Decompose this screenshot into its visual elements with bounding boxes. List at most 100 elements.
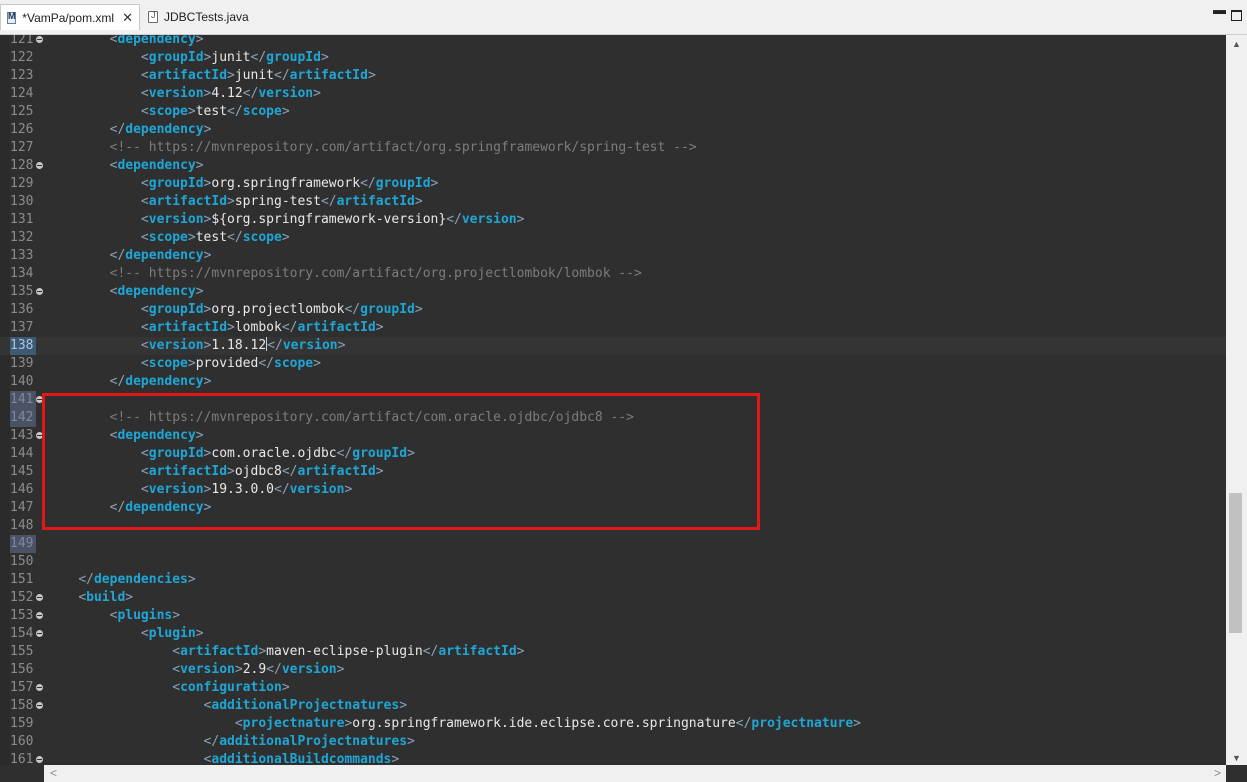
line-number: 155	[10, 644, 34, 659]
xml-value: 1.18.12	[211, 338, 267, 353]
code-line[interactable]: 127 <!-- https://mvnrepository.com/artif…	[0, 139, 1226, 157]
code-line[interactable]: 121 <dependency>	[0, 35, 1226, 49]
maximize-icon[interactable]	[1231, 10, 1242, 21]
line-number: 133	[10, 248, 34, 263]
line-number: 124	[10, 86, 34, 101]
code-text: <dependency>	[47, 283, 204, 301]
horizontal-scrollbar[interactable]: < >	[44, 765, 1226, 782]
bracket: </	[446, 212, 462, 227]
code-line[interactable]: 139 <scope>provided</scope>	[0, 355, 1226, 373]
code-line[interactable]: 160 </additionalProjectnatures>	[0, 733, 1226, 751]
code-line[interactable]: 129 <groupId>org.springframework</groupI…	[0, 175, 1226, 193]
scroll-up-icon[interactable]: ▲	[1232, 39, 1241, 49]
code-line[interactable]: 151 </dependencies>	[0, 571, 1226, 589]
bracket: <	[140, 320, 149, 335]
code-line[interactable]: 124 <version>4.12</version>	[0, 85, 1226, 103]
code-line[interactable]: 148	[0, 517, 1226, 535]
code-line[interactable]: 128 <dependency>	[0, 157, 1226, 175]
line-number: 131	[10, 212, 34, 227]
code-line[interactable]: 138 <version>1.18.12</version>	[0, 337, 1226, 355]
bracket: </	[78, 572, 94, 587]
line-number: 138	[10, 337, 36, 355]
code-line[interactable]: 135 <dependency>	[0, 283, 1226, 301]
code-line[interactable]: 157 <configuration>	[0, 679, 1226, 697]
code-line[interactable]: 125 <scope>test</scope>	[0, 103, 1226, 121]
scroll-thumb[interactable]	[1229, 493, 1242, 633]
xml-source-editor[interactable]: 121 <dependency> 122 <groupId>junit</grou…	[0, 35, 1247, 765]
minimize-icon[interactable]: ▬	[1213, 2, 1226, 17]
xml-tag: groupId	[360, 302, 415, 317]
tab-pom-xml[interactable]: *VamPa/pom.xml ✕	[0, 4, 140, 30]
tab-jdbctests-java[interactable]: JDBCTests.java	[142, 4, 262, 30]
code-line[interactable]: 145 <artifactId>ojdbc8</artifactId>	[0, 463, 1226, 481]
bracket: >	[203, 122, 212, 137]
xml-tag: artifactId	[180, 644, 259, 659]
fold-collapse-icon[interactable]	[36, 612, 43, 619]
code-line[interactable]: 136 <groupId>org.projectlombok</groupId>	[0, 301, 1226, 319]
xml-tag: dependency	[125, 500, 204, 515]
fold-collapse-icon[interactable]	[36, 702, 43, 709]
code-line[interactable]: 131 <version>${org.springframework-versi…	[0, 211, 1226, 229]
scroll-down-icon[interactable]: ▼	[1232, 753, 1241, 763]
fold-collapse-icon[interactable]	[36, 162, 43, 169]
code-line[interactable]: 158 <additionalProjectnatures>	[0, 697, 1226, 715]
scrollbar-corner	[0, 765, 44, 782]
code-line[interactable]: 140 </dependency>	[0, 373, 1226, 391]
xml-tag: additionalProjectnatures	[211, 698, 400, 713]
code-line[interactable]: 149	[0, 535, 1226, 553]
scroll-right-icon[interactable]: >	[1214, 766, 1221, 780]
code-line[interactable]: 141	[0, 391, 1226, 409]
code-line[interactable]: 142 <!-- https://mvnrepository.com/artif…	[0, 409, 1226, 427]
code-line[interactable]: 126 </dependency>	[0, 121, 1226, 139]
code-text: <projectnature>org.springframework.ide.e…	[47, 715, 861, 733]
bracket: >	[336, 662, 345, 677]
code-line[interactable]: 143 <dependency>	[0, 427, 1226, 445]
code-text: <additionalProjectnatures>	[47, 697, 408, 715]
fold-collapse-icon[interactable]	[36, 36, 43, 43]
bracket: >	[227, 68, 235, 83]
code-line[interactable]: 147 </dependency>	[0, 499, 1226, 517]
close-tab-icon[interactable]: ✕	[122, 10, 133, 26]
xml-tag: artifactId	[148, 68, 228, 83]
code-line[interactable]: 156 <version>2.9</version>	[0, 661, 1226, 679]
code-line[interactable]: 137 <artifactId>lombok</artifactId>	[0, 319, 1226, 337]
code-line[interactable]: 152 <build>	[0, 589, 1226, 607]
xml-tag: artifactId	[289, 68, 368, 83]
line-number: 136	[10, 302, 34, 317]
vertical-scrollbar[interactable]: ▲ ▼	[1226, 35, 1247, 765]
xml-value: maven-eclipse-plugin	[266, 644, 423, 659]
code-line[interactable]: 154 <plugin>	[0, 625, 1226, 643]
code-line[interactable]: 144 <groupId>com.oracle.ojdbc</groupId>	[0, 445, 1226, 463]
bracket: <	[140, 194, 149, 209]
code-line[interactable]: 150	[0, 553, 1226, 571]
code-text: <artifactId>ojdbc8</artifactId>	[47, 463, 384, 481]
fold-collapse-icon[interactable]	[36, 756, 43, 763]
code-text: <version>19.3.0.0</version>	[47, 481, 352, 499]
fold-collapse-icon[interactable]	[36, 684, 43, 691]
xml-value: 4.12	[211, 86, 243, 101]
bracket: <	[172, 644, 181, 659]
fold-collapse-icon[interactable]	[36, 432, 43, 439]
fold-collapse-icon[interactable]	[36, 396, 43, 403]
code-text: <additionalBuildcommands>	[47, 751, 400, 765]
code-line[interactable]: 134 <!-- https://mvnrepository.com/artif…	[0, 265, 1226, 283]
code-line[interactable]: 146 <version>19.3.0.0</version>	[0, 481, 1226, 499]
code-line[interactable]: 133 </dependency>	[0, 247, 1226, 265]
code-line[interactable]: 122 <groupId>junit</groupId>	[0, 49, 1226, 67]
code-text: <version>${org.springframework-version}<…	[47, 211, 525, 229]
code-line[interactable]: 123 <artifactId>junit</artifactId>	[0, 67, 1226, 85]
code-text: <artifactId>junit</artifactId>	[47, 67, 376, 85]
line-number: 161	[10, 752, 34, 765]
code-line[interactable]: 159 <projectnature>org.springframework.i…	[0, 715, 1226, 733]
xml-tag: dependency	[125, 248, 204, 263]
code-line[interactable]: 161 <additionalBuildcommands>	[0, 751, 1226, 765]
bracket: </	[281, 320, 298, 335]
code-line[interactable]: 130 <artifactId>spring-test</artifactId>	[0, 193, 1226, 211]
scroll-left-icon[interactable]: <	[50, 766, 57, 780]
fold-collapse-icon[interactable]	[36, 594, 43, 601]
fold-collapse-icon[interactable]	[36, 288, 43, 295]
code-line[interactable]: 155 <artifactId>maven-eclipse-plugin</ar…	[0, 643, 1226, 661]
code-line[interactable]: 153 <plugins>	[0, 607, 1226, 625]
code-line[interactable]: 132 <scope>test</scope>	[0, 229, 1226, 247]
fold-collapse-icon[interactable]	[36, 630, 43, 637]
